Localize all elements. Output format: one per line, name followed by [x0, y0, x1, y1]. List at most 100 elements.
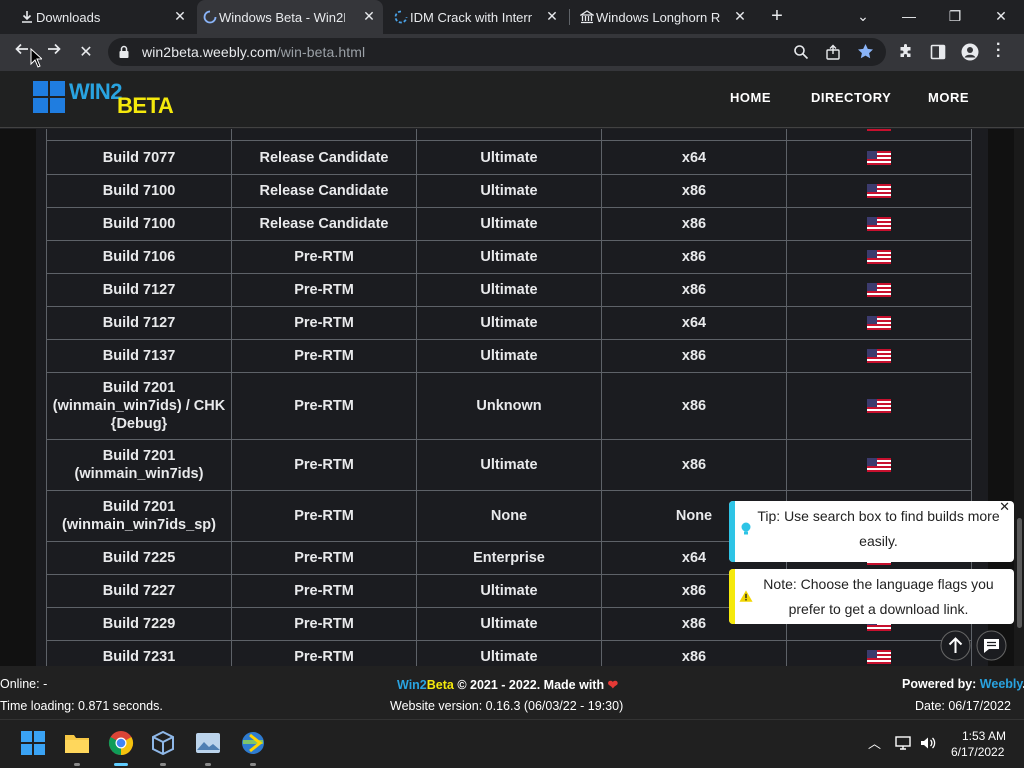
- tab-win2beta[interactable]: Windows Beta - Win2B ✕: [197, 0, 383, 34]
- us-flag-icon[interactable]: [867, 283, 891, 298]
- cell-flag[interactable]: [786, 372, 972, 440]
- mouse-cursor-icon: [30, 48, 42, 68]
- cell-stage: Release Candidate: [231, 207, 417, 241]
- us-flag-icon[interactable]: [867, 458, 891, 473]
- cell-flag[interactable]: [786, 207, 972, 241]
- cell-flag[interactable]: [786, 174, 972, 208]
- forward-button[interactable]: [42, 41, 66, 65]
- us-flag-icon[interactable]: [867, 184, 891, 199]
- table-row: Build 7231 Pre-RTM Ultimate x86: [46, 640, 972, 666]
- tab-idm[interactable]: IDM Crack with Interne ✕: [388, 0, 566, 34]
- cell-arch: x86: [601, 273, 787, 307]
- nav-home[interactable]: HOME: [730, 90, 771, 105]
- photos-icon[interactable]: [195, 730, 221, 756]
- weebly-link[interactable]: Weebly: [980, 677, 1023, 691]
- new-tab-button[interactable]: +: [766, 6, 788, 28]
- cell-build: Build 7106: [46, 240, 232, 274]
- cell-build: Build 7201 (winmain_win7ids) / CHK {Debu…: [46, 372, 232, 440]
- cell-flag[interactable]: [786, 306, 972, 340]
- windows-start-icon[interactable]: [20, 730, 46, 756]
- cell-build: Build 7127: [46, 306, 232, 340]
- cell-flag[interactable]: [786, 339, 972, 373]
- us-flag-icon[interactable]: [867, 217, 891, 232]
- side-panel-icon[interactable]: [930, 44, 946, 60]
- tip-accent-bar: [729, 501, 735, 562]
- idm-icon[interactable]: [240, 730, 266, 756]
- cell-stage: Pre-RTM: [231, 640, 417, 666]
- cell-flag[interactable]: [786, 439, 972, 491]
- cell-stage: Pre-RTM: [231, 607, 417, 641]
- note-text: Note: Choose the language flags you pref…: [763, 576, 994, 617]
- taskbar-indicator: [205, 763, 211, 766]
- us-flag-icon[interactable]: [867, 399, 891, 414]
- close-icon[interactable]: ✕: [172, 8, 188, 24]
- us-flag-icon[interactable]: [867, 250, 891, 265]
- lock-icon[interactable]: [118, 45, 130, 59]
- show-hidden-icons-chevron-icon[interactable]: ︿: [868, 733, 881, 752]
- chrome-icon[interactable]: [108, 730, 134, 756]
- network-icon[interactable]: [895, 736, 911, 750]
- virtualbox-icon[interactable]: [150, 730, 176, 756]
- cell-stage: Pre-RTM: [231, 574, 417, 608]
- stop-loading-button[interactable]: ✕: [74, 41, 98, 65]
- extensions-puzzle-icon[interactable]: [898, 44, 914, 60]
- profile-avatar-icon[interactable]: [961, 43, 979, 61]
- cell-flag[interactable]: [786, 129, 972, 141]
- close-icon[interactable]: ✕: [544, 8, 560, 24]
- close-icon[interactable]: ✕: [361, 8, 377, 24]
- cell-arch: x64: [601, 140, 787, 175]
- cell-stage: Release Candidate: [231, 174, 417, 208]
- clock-time[interactable]: 1:53 AM: [962, 729, 1006, 743]
- nav-more[interactable]: MORE: [928, 90, 969, 105]
- us-flag-icon[interactable]: [867, 150, 891, 165]
- cell-flag[interactable]: [786, 273, 972, 307]
- scroll-top-button[interactable]: [940, 630, 971, 661]
- us-flag-icon[interactable]: [867, 129, 891, 131]
- clock-date[interactable]: 6/17/2022: [951, 745, 1004, 759]
- zoom-icon[interactable]: [793, 44, 809, 60]
- heart-icon: ❤: [607, 678, 619, 692]
- share-icon[interactable]: [825, 44, 841, 60]
- tab-title: IDM Crack with Interne: [410, 9, 532, 25]
- cell-arch: x86: [601, 640, 787, 666]
- close-icon[interactable]: ✕: [999, 500, 1010, 514]
- table-row: Build 7127 Pre-RTM Ultimate x64: [46, 306, 972, 340]
- cell-edition: None: [416, 490, 602, 542]
- logo-text-beta[interactable]: BETA: [117, 93, 174, 119]
- us-flag-icon[interactable]: [867, 650, 891, 665]
- logo-text-win2[interactable]: WIN2: [69, 79, 123, 105]
- cell-stage: Pre-RTM: [231, 541, 417, 575]
- chrome-menu-icon[interactable]: · · ·: [996, 37, 1001, 65]
- cell-edition: Ultimate: [416, 273, 602, 307]
- cell-arch: x86: [601, 129, 787, 141]
- nav-directory[interactable]: DIRECTORY: [811, 90, 891, 105]
- cell-build: Build 7100: [46, 174, 232, 208]
- cell-build: Build 7077: [46, 140, 232, 175]
- tab-downloads[interactable]: Downloads ✕: [14, 0, 194, 34]
- close-window-button[interactable]: ✕: [978, 0, 1024, 34]
- table-row: Build 7077Release CandidateUltimatex86: [46, 129, 972, 141]
- minimize-button[interactable]: —: [886, 0, 932, 34]
- windows-logo-icon[interactable]: [33, 81, 65, 113]
- cell-flag[interactable]: [786, 240, 972, 274]
- tab-search-chevron-icon[interactable]: ⌄: [840, 0, 886, 34]
- bookmark-star-icon[interactable]: [857, 43, 874, 60]
- download-icon: [22, 11, 32, 23]
- us-flag-icon[interactable]: [867, 349, 891, 364]
- us-flag-icon[interactable]: [867, 316, 891, 331]
- cell-flag[interactable]: [786, 140, 972, 175]
- table-row: Build 7100 Release Candidate Ultimate x86: [46, 207, 972, 241]
- volume-icon[interactable]: [920, 736, 936, 750]
- chat-button[interactable]: [976, 630, 1007, 661]
- restore-button[interactable]: ❐: [932, 0, 978, 34]
- file-explorer-icon[interactable]: [64, 730, 90, 756]
- close-icon[interactable]: ✕: [732, 8, 748, 24]
- url-text[interactable]: win2beta.weebly.com/win-beta.html: [142, 44, 365, 60]
- cell-stage: Pre-RTM: [231, 439, 417, 491]
- cell-arch: x64: [601, 306, 787, 340]
- tab-title: Downloads: [36, 9, 101, 25]
- tab-longhorn[interactable]: Windows Longhorn RT ✕: [574, 0, 754, 34]
- cell-stage: Release Candidate: [231, 140, 417, 175]
- cell-edition: Ultimate: [416, 174, 602, 208]
- scrollbar-thumb[interactable]: [1017, 518, 1022, 628]
